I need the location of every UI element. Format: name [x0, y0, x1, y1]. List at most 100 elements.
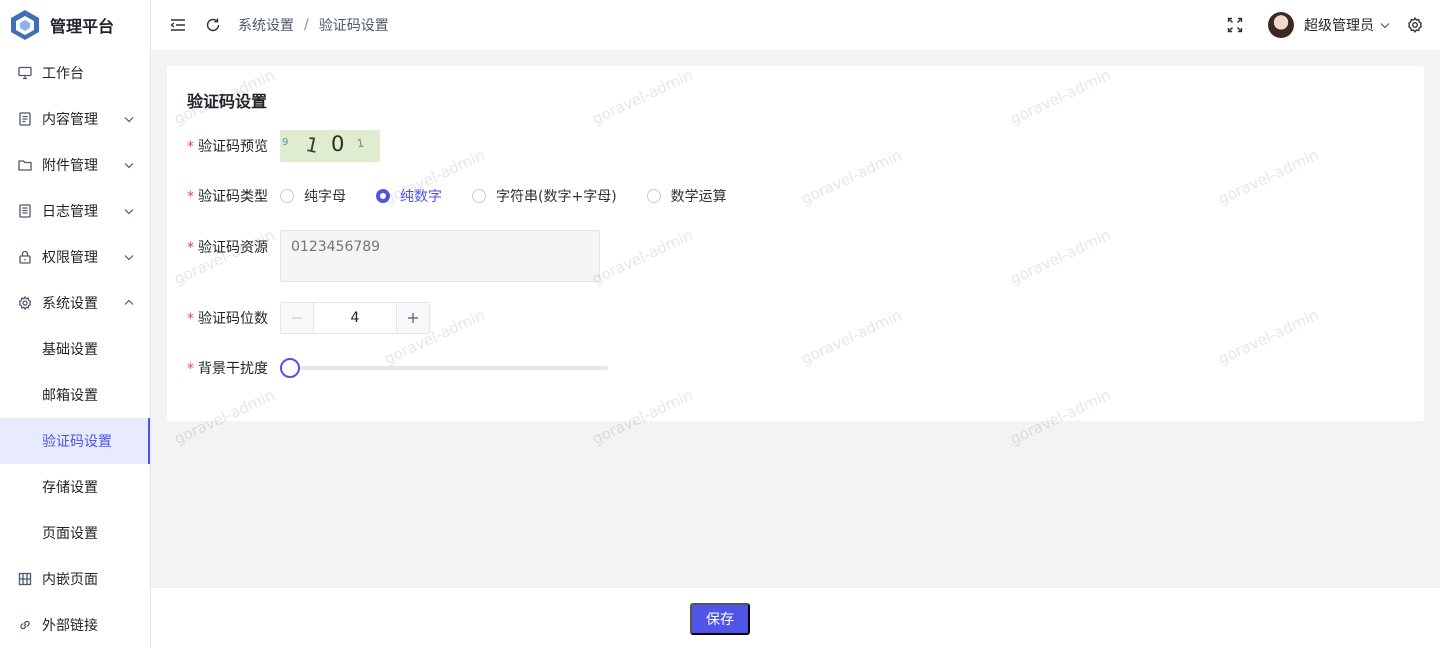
form-row-preview: * 验证码预览 9 1 0 1	[187, 130, 380, 162]
captcha-preview-image[interactable]: 9 1 0 1	[280, 130, 380, 162]
radio-circle	[280, 189, 294, 203]
sidebar: 管理平台 工作台 内容管理 附件管理 日志管理 权限管理 系统设置 基础设置 邮…	[0, 0, 151, 648]
avatar[interactable]	[1268, 12, 1294, 38]
sidebar-item-label: 基础设置	[42, 342, 98, 358]
form-label: * 验证码位数	[187, 311, 268, 327]
chevron-down-icon	[124, 255, 134, 261]
required-mark: *	[187, 240, 194, 256]
sidebar-item-label: 页面设置	[42, 526, 98, 542]
sidebar-item-label: 系统设置	[42, 296, 98, 312]
sidebar-subitem-basic[interactable]: 基础设置	[0, 326, 150, 372]
chevron-down-icon[interactable]	[1380, 20, 1390, 30]
captcha-char: 1	[303, 131, 322, 159]
noise-slider[interactable]	[280, 358, 608, 378]
radio-math[interactable]: 数学运算	[646, 186, 727, 206]
radio-label: 纯字母	[304, 189, 346, 205]
required-mark: *	[187, 361, 194, 377]
monitor-icon	[17, 65, 33, 81]
table-icon	[17, 571, 33, 587]
sidebar-item-embedded[interactable]: 内嵌页面	[0, 556, 150, 602]
sidebar-item-logs[interactable]: 日志管理	[0, 188, 150, 234]
gear-icon	[17, 295, 33, 311]
sidebar-item-label: 存储设置	[42, 480, 98, 496]
save-button[interactable]: 保存	[690, 603, 750, 635]
sidebar-subitem-captcha[interactable]: 验证码设置	[0, 418, 150, 464]
header-actions: 超级管理员	[1226, 0, 1424, 50]
chevron-up-icon	[124, 299, 134, 305]
list-icon	[17, 203, 33, 219]
settings-gear-icon[interactable]	[1406, 16, 1424, 34]
form-label: * 背景干扰度	[187, 361, 268, 377]
lock-icon	[17, 249, 33, 265]
radio-label: 字符串(数字+字母)	[496, 189, 617, 205]
radio-alphanumeric[interactable]: 字符串(数字+字母)	[472, 186, 617, 206]
sidebar-item-label: 验证码设置	[42, 434, 112, 450]
sidebar-item-attachments[interactable]: 附件管理	[0, 142, 150, 188]
captcha-char: 9	[282, 137, 289, 148]
form-label: * 验证码类型	[187, 189, 268, 205]
captcha-type-radio-group: 纯字母 纯数字 字符串(数字+字母) 数学运算	[280, 186, 757, 206]
sidebar-subitem-storage[interactable]: 存储设置	[0, 464, 150, 510]
breadcrumb: 系统设置 / 验证码设置	[238, 15, 389, 35]
radio-label: 纯数字	[400, 189, 442, 205]
form-footer: 保存	[151, 587, 1440, 648]
slider-thumb[interactable]	[280, 358, 300, 378]
captcha-char: 1	[355, 136, 366, 151]
folder-icon	[17, 157, 33, 173]
increment-button[interactable]	[397, 303, 429, 333]
form-label: * 验证码预览	[187, 139, 268, 155]
radio-letters[interactable]: 纯字母	[280, 186, 346, 206]
sidebar-item-label: 工作台	[42, 66, 84, 82]
minus-icon	[292, 317, 302, 319]
top-header: 系统设置 / 验证码设置 超级管理员	[151, 0, 1440, 50]
page-title: 验证码设置	[187, 92, 268, 111]
chevron-down-icon	[124, 117, 134, 123]
sidebar-item-permissions[interactable]: 权限管理	[0, 234, 150, 280]
required-mark: *	[187, 139, 194, 155]
form-row-length: * 验证码位数 4	[187, 302, 430, 334]
sidebar-item-label: 内容管理	[42, 112, 98, 128]
app-logo[interactable]: 管理平台	[0, 0, 150, 50]
form-row-source: * 验证码资源	[187, 230, 600, 282]
sidebar-item-label: 附件管理	[42, 158, 98, 174]
radio-circle	[646, 189, 661, 203]
chevron-down-icon	[124, 209, 134, 215]
sidebar-subitem-page[interactable]: 页面设置	[0, 510, 150, 556]
link-icon	[17, 617, 33, 633]
form-row-noise: * 背景干扰度	[187, 358, 608, 378]
sidebar-item-dashboard[interactable]: 工作台	[0, 50, 150, 96]
captcha-char: 0	[331, 132, 345, 156]
form-row-type: * 验证码类型 纯字母 纯数字 字符串(数字+字母) 数学运算	[187, 186, 757, 206]
logo-icon	[11, 10, 39, 40]
radio-circle	[472, 189, 486, 203]
sidebar-item-system-settings[interactable]: 系统设置	[0, 280, 150, 326]
captcha-source-textarea[interactable]	[280, 230, 600, 282]
sidebar-item-label: 内嵌页面	[42, 572, 98, 588]
breadcrumb-item-captcha-settings: 验证码设置	[318, 18, 389, 34]
captcha-length-value[interactable]: 4	[313, 303, 397, 333]
captcha-settings-card: 验证码设置 * 验证码预览 9 1 0 1 * 验证码类型 纯字母 纯数字 字符串(…	[167, 66, 1424, 421]
sidebar-subitem-email[interactable]: 邮箱设置	[0, 372, 150, 418]
refresh-icon[interactable]	[204, 16, 222, 34]
menu-fold-icon[interactable]	[169, 16, 187, 34]
radio-label: 数学运算	[670, 189, 727, 205]
slider-track	[288, 366, 608, 370]
sidebar-item-label: 邮箱设置	[42, 388, 98, 404]
document-icon	[17, 111, 33, 127]
breadcrumb-separator: /	[304, 17, 309, 33]
sidebar-item-external-link[interactable]: 外部链接	[0, 602, 150, 648]
decrement-button[interactable]	[281, 303, 313, 333]
radio-circle	[376, 189, 390, 203]
fullscreen-icon[interactable]	[1226, 16, 1244, 34]
app-title: 管理平台	[50, 17, 115, 36]
radio-digits[interactable]: 纯数字	[376, 186, 442, 206]
plus-icon	[408, 313, 418, 323]
user-name[interactable]: 超级管理员	[1304, 15, 1374, 35]
required-mark: *	[187, 189, 194, 205]
sidebar-item-content[interactable]: 内容管理	[0, 96, 150, 142]
breadcrumb-item-system-settings[interactable]: 系统设置	[238, 15, 294, 35]
chevron-down-icon	[124, 163, 134, 169]
sidebar-item-label: 权限管理	[42, 250, 98, 266]
form-label: * 验证码资源	[187, 240, 268, 256]
sidebar-item-label: 外部链接	[42, 618, 98, 634]
